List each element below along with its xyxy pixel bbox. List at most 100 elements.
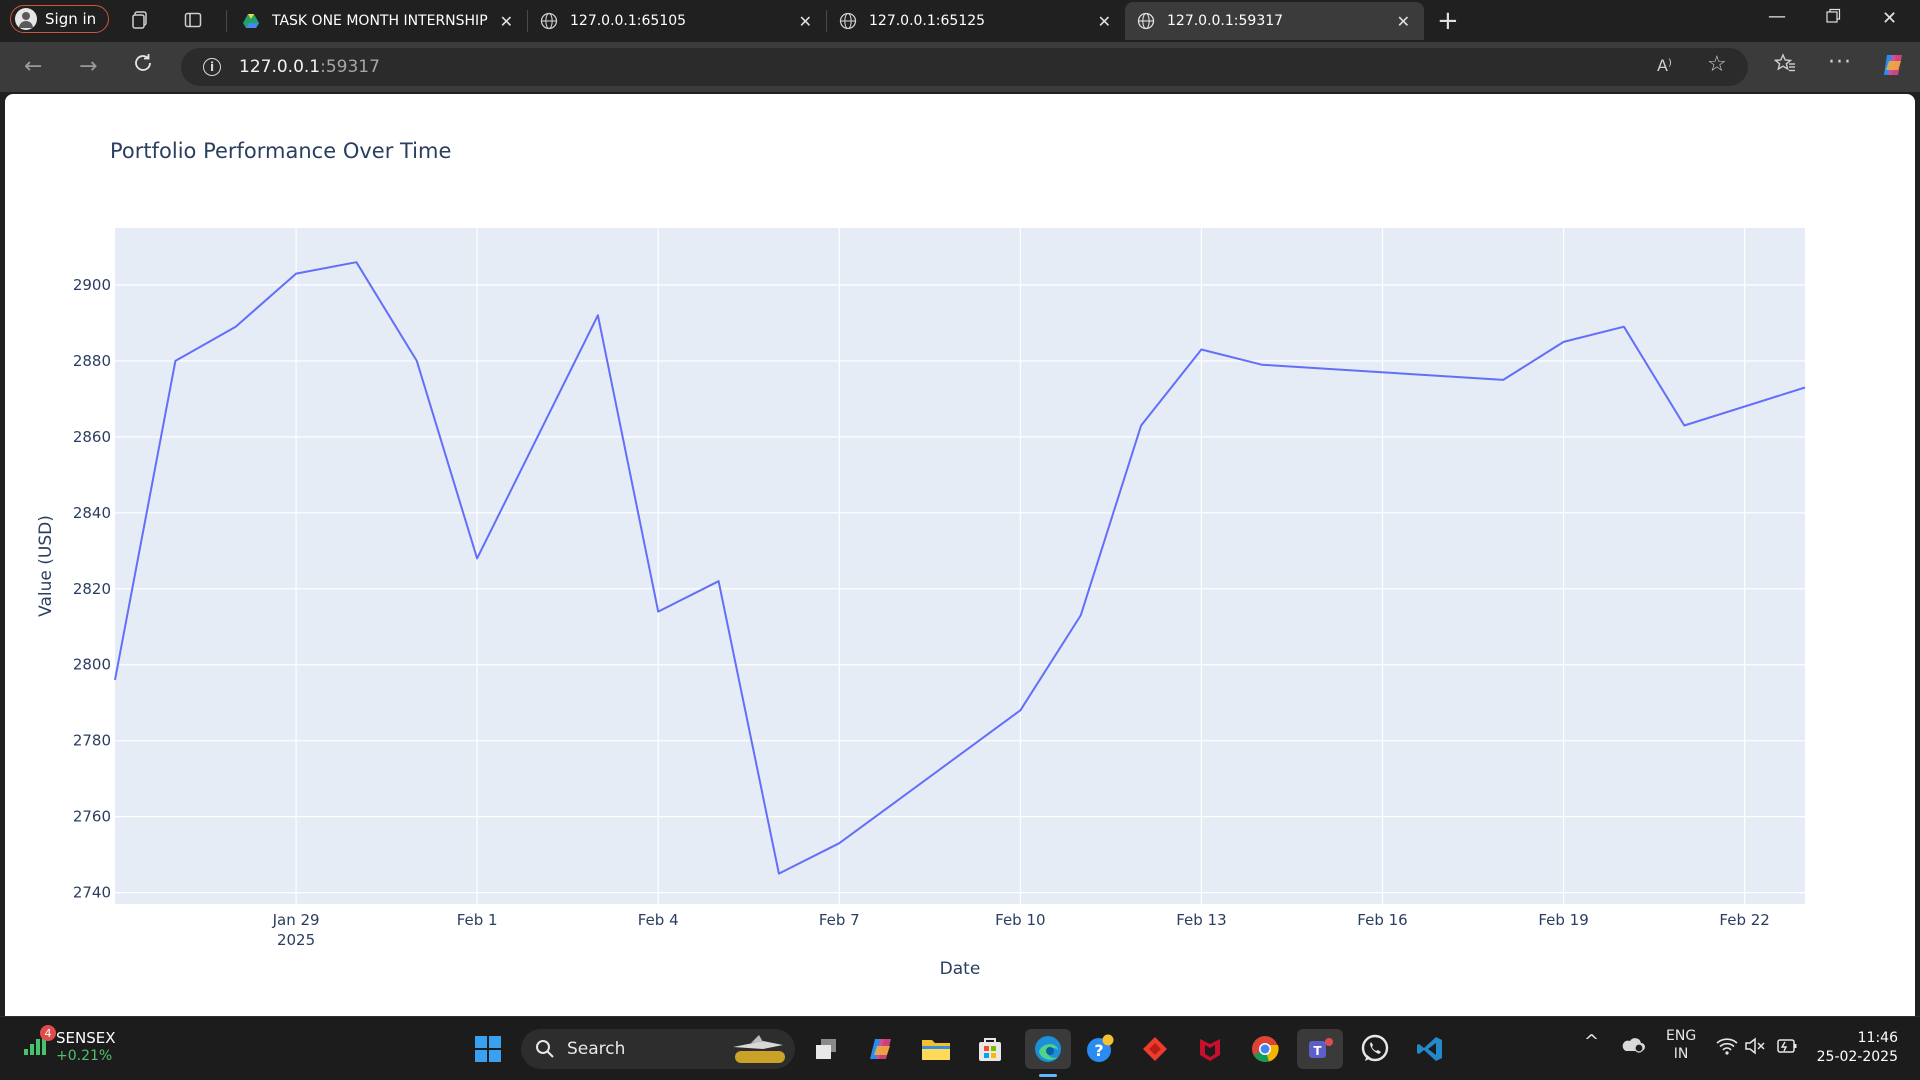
tab-title: 127.0.0.1:65105 (570, 13, 687, 29)
svg-text:T: T (1313, 1044, 1322, 1058)
x-tick-label: Jan 29 (272, 911, 320, 929)
system-clock[interactable]: 11:46 25-02-2025 (1817, 1029, 1898, 1067)
tab-title: TASK ONE MONTH INTERNSHIP - (272, 13, 492, 29)
onedrive-icon[interactable] (1620, 1035, 1646, 1058)
minimize-icon[interactable]: — (1768, 6, 1786, 27)
chart-title: Portfolio Performance Over Time (110, 139, 451, 163)
google-drive-icon (243, 14, 259, 28)
url-host: 127.0.0.1 (239, 57, 321, 77)
microsoft-store-icon[interactable] (970, 1029, 1010, 1069)
x-tick-label: Feb 4 (638, 911, 679, 929)
forward-icon[interactable]: → (79, 54, 97, 79)
workspaces-icon[interactable] (131, 10, 151, 30)
ticker-name: SENSEX (56, 1029, 116, 1047)
taskbar-search[interactable]: Search (521, 1029, 795, 1069)
back-icon[interactable]: ← (24, 54, 42, 79)
y-tick-label: 2900 (73, 276, 111, 294)
y-tick-label: 2840 (73, 504, 111, 522)
tab-title: 127.0.0.1:59317 (1167, 13, 1284, 29)
search-label: Search (567, 1039, 626, 1059)
y-tick-label: 2800 (73, 656, 111, 674)
show-hidden-icons[interactable]: ^ (1584, 1033, 1599, 1051)
profile-avatar-icon (15, 8, 37, 30)
notification-badge: 4 (40, 1025, 56, 1041)
new-tab-button[interactable]: + (1437, 6, 1459, 36)
x-tick-label: Feb 13 (1176, 911, 1226, 929)
svg-text:?: ? (1094, 1041, 1103, 1060)
y-tick-label: 2760 (73, 808, 111, 826)
y-tick-label: 2860 (73, 428, 111, 446)
tab-localhost-59317[interactable]: 127.0.0.1:59317 ✕ (1125, 2, 1424, 40)
refresh-icon[interactable] (132, 52, 154, 80)
chrome-icon[interactable] (1245, 1029, 1285, 1069)
tab-separator (226, 10, 227, 32)
y-tick-label: 2740 (73, 884, 111, 902)
more-menu-icon[interactable]: ··· (1828, 50, 1852, 75)
clock-time: 11:46 (1857, 1030, 1898, 1046)
language-indicator[interactable]: ENG IN (1666, 1027, 1696, 1063)
language-code: ENG (1666, 1028, 1697, 1044)
ticker-change: +0.21% (56, 1048, 113, 1064)
close-tab-icon[interactable]: ✕ (1098, 12, 1111, 31)
browser-toolbar: ← → i 127.0.0.1:59317 A⁾ ☆ ··· (0, 42, 1920, 92)
plot-area (115, 228, 1805, 904)
y-axis-ticks: 2740 2760 2780 2800 2820 2840 2860 2880 2900 (73, 276, 111, 902)
y-tick-label: 2880 (73, 352, 111, 370)
line-chart: Portfolio Performance Over Time 2740 2760… (36, 139, 1806, 979)
vscode-icon[interactable] (1410, 1029, 1450, 1069)
globe-icon (1137, 12, 1155, 30)
tab-localhost-65105[interactable]: 127.0.0.1:65105 ✕ (528, 2, 826, 40)
close-tab-icon[interactable]: ✕ (799, 12, 812, 31)
battery-icon[interactable] (1774, 1037, 1798, 1060)
address-bar[interactable]: i 127.0.0.1:59317 (181, 48, 1748, 86)
y-tick-label: 2820 (73, 580, 111, 598)
stock-ticker-widget[interactable]: 4 SENSEX +0.21% (22, 1025, 116, 1065)
taskbar: 4 SENSEX +0.21% Search ? T ^ ENG IN 11:4… (0, 1016, 1920, 1080)
read-aloud-icon[interactable]: A⁾ (1657, 56, 1672, 75)
x-tick-label: Feb 10 (995, 911, 1045, 929)
x-axis-ticks: Jan 29 2025 Feb 1 Feb 4 Feb 7 Feb 10 Feb 13 Feb… (272, 911, 1770, 949)
task-view-icon[interactable] (806, 1029, 846, 1069)
edge-app-icon[interactable] (1025, 1029, 1071, 1077)
x-tick-label: Feb 19 (1538, 911, 1588, 929)
x-axis-label: Date (940, 959, 981, 979)
search-icon (536, 1040, 554, 1058)
search-highlight-icon (733, 1035, 785, 1063)
vertical-tabs-icon[interactable] (183, 10, 203, 30)
anydesk-icon[interactable] (1135, 1029, 1175, 1069)
help-app-icon[interactable]: ? (1080, 1029, 1120, 1069)
tab-drive[interactable]: TASK ONE MONTH INTERNSHIP - ✕ (230, 2, 527, 40)
sign-in-label: Sign in (45, 10, 97, 28)
start-button[interactable] (468, 1029, 508, 1069)
favorites-icon[interactable] (1773, 53, 1796, 80)
globe-icon (839, 12, 857, 30)
tab-localhost-65125[interactable]: 127.0.0.1:65125 ✕ (827, 2, 1125, 40)
sign-in-button[interactable]: Sign in (10, 5, 110, 33)
whatsapp-icon[interactable] (1355, 1029, 1395, 1069)
x-tick-label: Feb 1 (457, 911, 498, 929)
favorite-star-icon[interactable]: ☆ (1707, 52, 1727, 77)
close-window-icon[interactable]: ✕ (1882, 8, 1897, 29)
mcafee-icon[interactable] (1190, 1029, 1230, 1069)
volume-muted-icon[interactable] (1744, 1037, 1766, 1060)
y-tick-label: 2780 (73, 732, 111, 750)
page-content: Portfolio Performance Over Time 2740 2760… (5, 94, 1915, 1016)
x-tick-label: Feb 22 (1719, 911, 1769, 929)
file-explorer-icon[interactable] (916, 1029, 956, 1069)
x-tick-label: Feb 16 (1357, 911, 1407, 929)
windows-icon (475, 1036, 501, 1062)
tab-strip: Sign in TASK ONE MONTH INTERNSHIP - ✕ 12… (0, 0, 1920, 42)
url-port: :59317 (320, 57, 380, 77)
site-info-icon[interactable]: i (203, 58, 221, 76)
restore-icon[interactable] (1825, 8, 1841, 29)
copilot-icon[interactable] (1880, 52, 1906, 83)
teams-icon[interactable]: T (1297, 1029, 1343, 1069)
close-tab-icon[interactable]: ✕ (1397, 12, 1410, 31)
close-tab-icon[interactable]: ✕ (500, 12, 513, 31)
x-tick-label: Feb 7 (819, 911, 860, 929)
tab-title: 127.0.0.1:65125 (869, 13, 986, 29)
copilot-app-icon[interactable] (861, 1029, 901, 1069)
wifi-icon[interactable] (1716, 1037, 1738, 1060)
globe-icon (540, 12, 558, 30)
stock-chart-icon: 4 (22, 1025, 56, 1059)
